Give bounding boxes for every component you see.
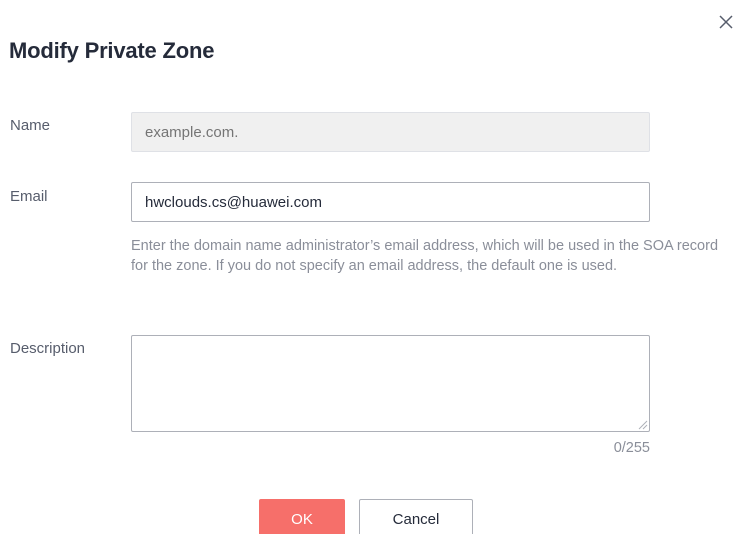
close-button[interactable] bbox=[716, 12, 736, 32]
resize-grip-icon[interactable] bbox=[637, 419, 648, 430]
name-label: Name bbox=[10, 117, 51, 134]
email-input[interactable] bbox=[131, 182, 650, 222]
close-icon bbox=[719, 15, 733, 29]
ok-button[interactable]: OK bbox=[259, 499, 345, 534]
name-input[interactable] bbox=[131, 112, 650, 152]
modify-private-zone-dialog: Modify Private Zone Name Email Enter the… bbox=[0, 0, 738, 534]
email-hint: Enter the domain name administrator’s em… bbox=[131, 238, 719, 274]
description-char-counter: 0/255 bbox=[613, 440, 650, 456]
email-label: Email bbox=[10, 188, 48, 205]
cancel-button[interactable]: Cancel bbox=[359, 499, 473, 534]
dialog-title: Modify Private Zone bbox=[9, 38, 215, 63]
description-textarea[interactable] bbox=[131, 335, 650, 432]
description-label: Description bbox=[10, 340, 86, 357]
